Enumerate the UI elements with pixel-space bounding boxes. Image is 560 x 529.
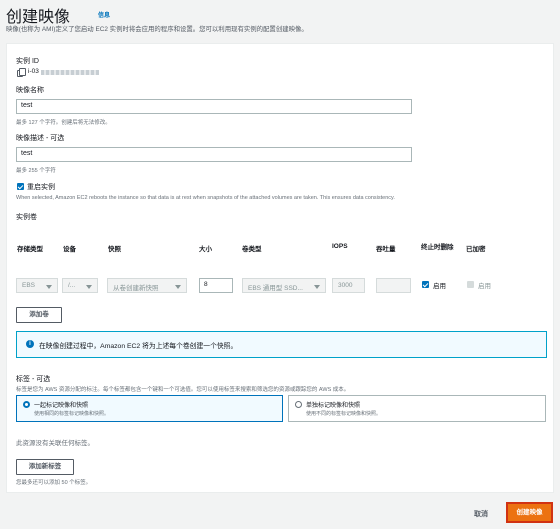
image-description-label: 映像描述 - 可选 <box>16 135 65 142</box>
copy-icon[interactable] <box>17 68 26 77</box>
image-description-input[interactable]: test <box>16 147 412 162</box>
create-image-panel: 实例 ID i-03 映像名称 test 最多 127 个字符。创建后将无法修改… <box>6 43 554 493</box>
column-storage-type: 存储类型 <box>17 246 43 253</box>
device-select[interactable]: /... <box>62 278 98 293</box>
delete-on-termination-checkbox[interactable] <box>422 281 429 288</box>
column-snapshot: 快照 <box>108 246 121 253</box>
volume-type-select[interactable]: EBS 通用型 SSD... <box>242 278 326 293</box>
reboot-checkbox[interactable] <box>17 183 24 190</box>
add-volume-button[interactable]: 添加卷 <box>16 307 62 323</box>
column-volume-type: 卷类型 <box>242 246 262 253</box>
column-iops: IOPS <box>332 243 348 250</box>
image-name-hint: 最多 127 个字符。创建后将无法修改。 <box>16 120 111 126</box>
storage-type-value: EBS <box>22 282 36 289</box>
snapshot-select[interactable]: 从卷创建新快照 <box>107 278 187 293</box>
throughput-input[interactable] <box>376 278 411 293</box>
storage-type-select[interactable]: EBS <box>16 278 58 293</box>
tags-limit-hint: 您最多还可以添加 50 个标签。 <box>16 480 92 486</box>
info-link[interactable]: 信息 <box>98 10 110 19</box>
delete-on-termination-label: 启用 <box>433 283 446 290</box>
info-icon: i <box>26 340 34 348</box>
info-alert-text: 在映像创建过程中，Amazon EC2 将为上述每个卷创建一个快照。 <box>39 343 238 350</box>
radio-unselected <box>295 401 302 408</box>
add-tag-button[interactable]: 添加新标签 <box>16 459 74 475</box>
encrypted-label: 启用 <box>478 283 491 290</box>
tags-description: 标签是您为 AWS 资源分配的标注。每个标签都包含一个键和一个可选值。您可以使用… <box>16 387 350 393</box>
info-alert: i 在映像创建过程中，Amazon EC2 将为上述每个卷创建一个快照。 <box>16 331 547 358</box>
chevron-down-icon <box>46 285 52 289</box>
tag-option-separate-title: 单独标记映像和快照 <box>306 403 361 409</box>
tag-option-together-desc: 使用相同的标签标记映像和快照。 <box>34 411 110 417</box>
column-size: 大小 <box>199 246 212 253</box>
tags-title: 标签 - 可选 <box>16 376 51 383</box>
instance-id-label: 实例 ID <box>16 58 39 65</box>
tag-option-separate[interactable]: 单独标记映像和快照 使用不同的标签标记映像和快照。 <box>288 395 546 422</box>
encrypted-checkbox[interactable] <box>467 281 474 288</box>
no-tags-text: 此资源没有关联任何标签。 <box>16 440 94 447</box>
iops-input[interactable]: 3000 <box>332 278 365 293</box>
device-value: /... <box>68 282 76 289</box>
column-device: 设备 <box>63 246 76 253</box>
column-encrypted: 已加密 <box>466 246 486 253</box>
column-throughput: 吞吐量 <box>376 246 396 253</box>
tag-option-separate-desc: 使用不同的标签标记映像和快照。 <box>306 411 382 417</box>
size-input[interactable]: 8 <box>199 278 233 293</box>
snapshot-value: 从卷创建新快照 <box>113 285 159 292</box>
instance-id-value: i-03 <box>28 68 39 75</box>
cancel-button[interactable]: 取消 <box>474 509 488 519</box>
chevron-down-icon <box>86 285 92 289</box>
chevron-down-icon <box>175 285 181 289</box>
create-image-button[interactable]: 创建映像 <box>506 502 553 523</box>
chevron-down-icon <box>314 285 320 289</box>
redacted-instance-id <box>41 70 99 75</box>
radio-selected <box>23 401 30 408</box>
image-name-input[interactable]: test <box>16 99 412 114</box>
tag-option-together[interactable]: 一起标记映像和快照 使用相同的标签标记映像和快照。 <box>16 395 283 422</box>
page-description: 映像(也称为 AMI)定义了您启动 EC2 实例时将会应用的程序和设置。您可以利… <box>6 26 308 33</box>
volumes-title: 实例卷 <box>16 214 37 221</box>
tag-option-together-title: 一起标记映像和快照 <box>34 403 89 409</box>
image-name-label: 映像名称 <box>16 87 44 94</box>
column-delete-on-termination: 终止时删除 <box>421 244 454 251</box>
volume-type-value: EBS 通用型 SSD... <box>248 285 303 292</box>
reboot-hint: When selected, Amazon EC2 reboots the in… <box>16 195 395 201</box>
image-description-hint: 最多 255 个字符 <box>16 168 56 174</box>
reboot-label: 重启实例 <box>27 184 55 191</box>
